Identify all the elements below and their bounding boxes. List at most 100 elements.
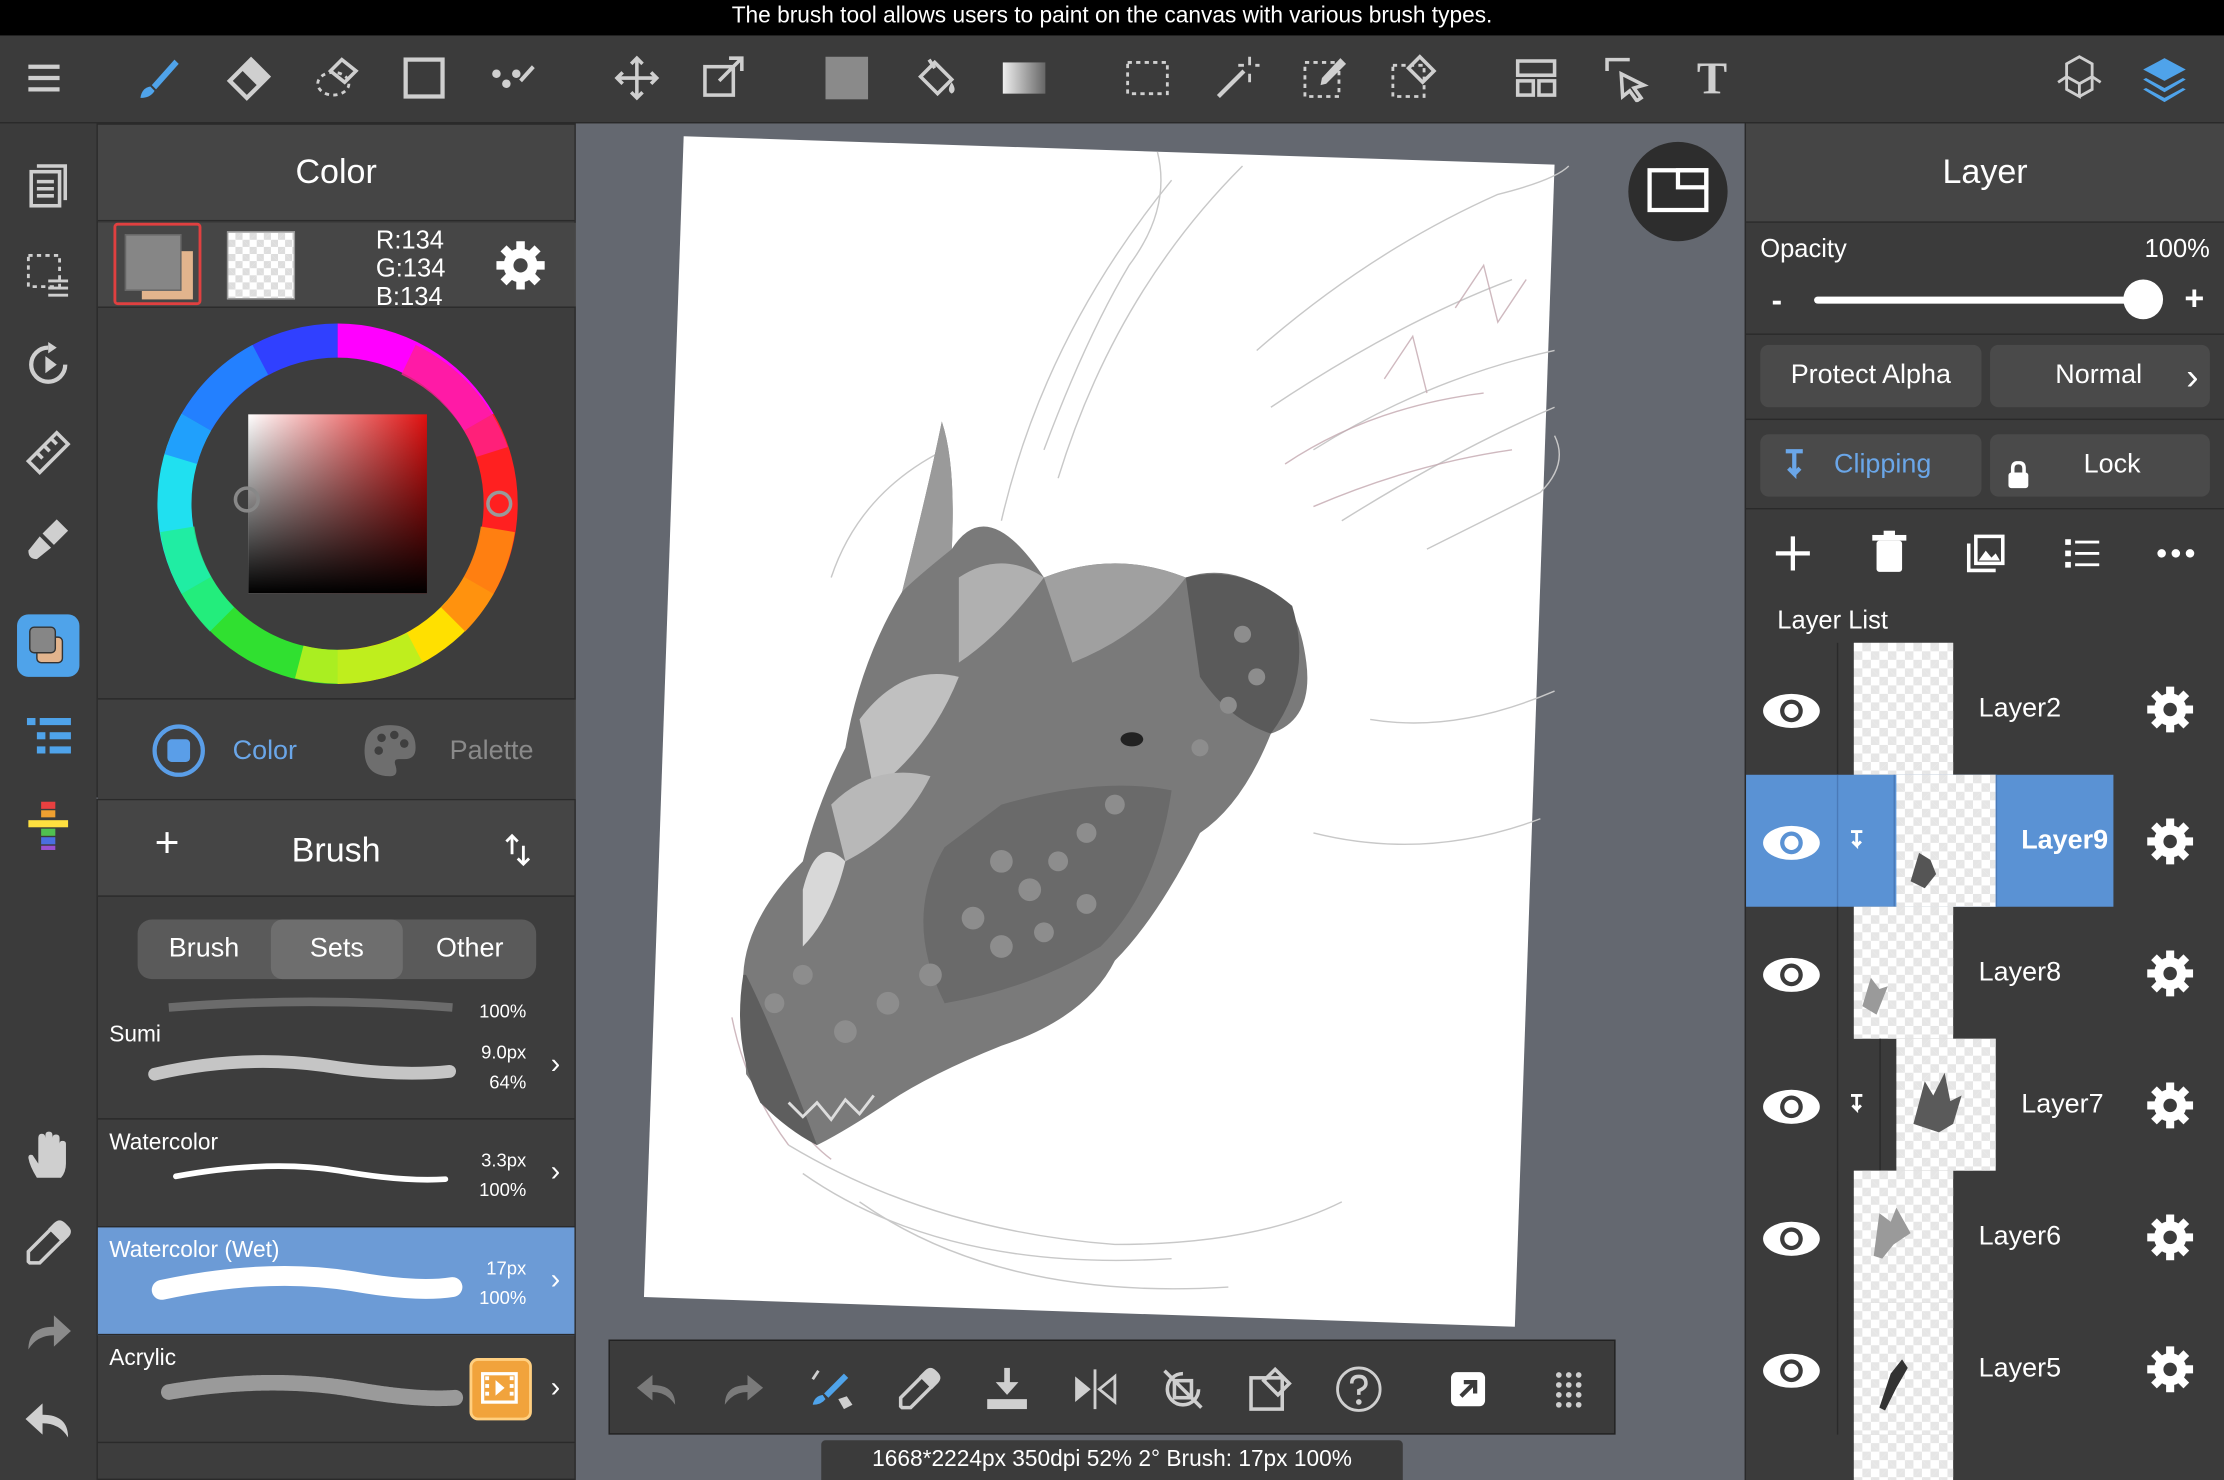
- chevron-right-icon[interactable]: ›: [551, 1264, 560, 1297]
- color-tab-icon[interactable]: [152, 724, 206, 778]
- main-color-swatch[interactable]: [113, 222, 202, 306]
- magic-wand-icon[interactable]: [1208, 50, 1265, 107]
- ruler-icon[interactable]: [17, 421, 79, 483]
- layer-row-layer6[interactable]: Layer6: [1746, 1170, 2224, 1303]
- opacity-minus-button[interactable]: -: [1772, 282, 1782, 319]
- clipping-button[interactable]: Clipping: [1760, 434, 1982, 497]
- select-arrow-icon[interactable]: [1597, 50, 1654, 107]
- layer-image-icon[interactable]: [1964, 532, 2007, 575]
- gear-icon[interactable]: [2143, 815, 2197, 869]
- eye-icon[interactable]: [1760, 944, 1822, 1006]
- lock-button[interactable]: Lock: [1990, 434, 2210, 497]
- dot-icon[interactable]: [484, 50, 541, 107]
- layer-row-layer7[interactable]: Layer7: [1746, 1038, 2224, 1171]
- layer-row-layer2[interactable]: Layer2: [1746, 642, 2224, 775]
- sort-icon[interactable]: [501, 832, 535, 869]
- segment-other[interactable]: Other: [403, 920, 536, 980]
- blend-mode-button[interactable]: Normal ›: [1990, 344, 2210, 408]
- transform-icon[interactable]: [695, 50, 752, 107]
- transparent-swatch[interactable]: [226, 231, 296, 300]
- eye-icon[interactable]: [1760, 680, 1822, 742]
- opacity-slider[interactable]: [1814, 279, 2164, 320]
- material-icon[interactable]: [17, 155, 79, 217]
- palette-icon[interactable]: [362, 722, 419, 779]
- undo-icon[interactable]: [628, 1361, 685, 1418]
- selection-layer-icon[interactable]: [17, 244, 79, 306]
- flip-icon[interactable]: [1067, 1361, 1124, 1418]
- select-rect-icon[interactable]: [1119, 50, 1176, 107]
- move-icon[interactable]: [608, 50, 665, 107]
- selection-edit-icon[interactable]: [1243, 1361, 1300, 1418]
- menu-icon[interactable]: [16, 50, 73, 107]
- tab-palette[interactable]: Palette: [450, 736, 534, 767]
- brush-item-watercolor-wet[interactable]: Watercolor (Wet) 17px 100% ›: [97, 1227, 575, 1336]
- color-wheel[interactable]: [98, 309, 577, 698]
- eyedropper-icon[interactable]: [17, 1212, 79, 1274]
- segment-sets[interactable]: Sets: [270, 919, 404, 980]
- gradient-icon[interactable]: [996, 50, 1053, 107]
- undo-icon[interactable]: [17, 1389, 79, 1451]
- layer-list-view-icon[interactable]: [2061, 532, 2104, 575]
- canvas-view-toggle-icon[interactable]: [1628, 141, 1728, 242]
- layer-row-layer9[interactable]: Layer9: [1746, 774, 2224, 907]
- stabilizer-brush-icon[interactable]: [803, 1361, 860, 1418]
- gear-icon[interactable]: [2143, 1078, 2197, 1132]
- drawing-canvas[interactable]: [576, 123, 1745, 1480]
- 3d-icon[interactable]: [2051, 50, 2108, 107]
- select-pen-icon[interactable]: [1296, 50, 1353, 107]
- chevron-right-icon[interactable]: ›: [551, 1049, 560, 1082]
- filter-icon[interactable]: [17, 508, 79, 570]
- gear-icon[interactable]: [2143, 1342, 2197, 1396]
- layer-list-icon[interactable]: [17, 705, 79, 767]
- canvas-area[interactable]: [575, 123, 1745, 1480]
- gear-icon[interactable]: [2143, 1210, 2197, 1264]
- eye-icon[interactable]: [1760, 1340, 1822, 1402]
- text-icon[interactable]: T: [1684, 50, 1741, 107]
- delete-layer-icon[interactable]: [1868, 529, 1911, 574]
- help-icon[interactable]: [1330, 1361, 1387, 1418]
- color-panel-icon[interactable]: [17, 614, 80, 677]
- opacity-plus-button[interactable]: +: [2184, 280, 2204, 320]
- share-icon[interactable]: [1440, 1361, 1497, 1418]
- fill-color-icon[interactable]: [818, 50, 875, 107]
- bucket-icon[interactable]: [908, 50, 965, 107]
- brush-item-acrylic[interactable]: Acrylic ›: [97, 1335, 575, 1444]
- brush-icon[interactable]: [130, 50, 187, 107]
- protect-alpha-button[interactable]: Protect Alpha: [1760, 344, 1982, 408]
- chevron-right-icon[interactable]: ›: [551, 1156, 560, 1189]
- lasso-eraser-icon[interactable]: [309, 50, 366, 107]
- brush-item-watercolor[interactable]: Watercolor 3.3px 100% ›: [97, 1120, 575, 1228]
- redo-icon[interactable]: [17, 1301, 79, 1363]
- grid-dots-icon[interactable]: [1540, 1361, 1597, 1418]
- eye-icon[interactable]: [1760, 1076, 1822, 1138]
- color-palette-icon[interactable]: [17, 793, 79, 855]
- eye-icon[interactable]: [1760, 1208, 1822, 1270]
- eyedropper-icon[interactable]: [891, 1361, 948, 1418]
- import-icon[interactable]: [979, 1361, 1036, 1418]
- chevron-right-icon[interactable]: ›: [551, 1372, 560, 1405]
- more-options-icon[interactable]: [2155, 532, 2198, 575]
- segment-brush[interactable]: Brush: [138, 920, 271, 980]
- add-layer-icon[interactable]: [1772, 532, 1815, 575]
- select-eraser-icon[interactable]: [1384, 50, 1441, 107]
- brush-item-sumi[interactable]: Sumi 9.0px 64% ›: [97, 1012, 575, 1120]
- rectangle-icon[interactable]: [396, 50, 453, 107]
- redo-icon[interactable]: [715, 1361, 772, 1418]
- gear-icon[interactable]: [2143, 683, 2197, 737]
- eraser-icon[interactable]: [220, 50, 277, 107]
- layer-row-layer8[interactable]: Layer8: [1746, 906, 2224, 1039]
- rotate-reset-icon[interactable]: [1155, 1361, 1212, 1418]
- tab-color[interactable]: Color: [233, 736, 297, 767]
- eye-icon[interactable]: [1760, 812, 1822, 874]
- color-wheel-area[interactable]: [98, 309, 577, 698]
- layer-row-layer5[interactable]: Layer5: [1746, 1302, 2224, 1435]
- rotate-canvas-icon[interactable]: [17, 333, 79, 395]
- layers-icon[interactable]: [2136, 50, 2193, 107]
- video-badge-icon[interactable]: [469, 1357, 532, 1421]
- gear-icon[interactable]: [2143, 946, 2197, 1000]
- opacity-slider-knob[interactable]: [2123, 279, 2164, 320]
- panel-icon[interactable]: [1508, 50, 1565, 107]
- layer-list-label: Layer List: [1777, 605, 1888, 635]
- hand-icon[interactable]: [17, 1124, 79, 1186]
- color-settings-gear-icon[interactable]: [492, 237, 549, 294]
